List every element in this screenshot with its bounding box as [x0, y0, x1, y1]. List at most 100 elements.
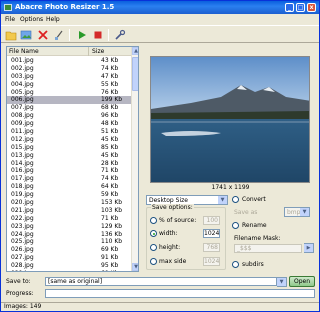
stop-icon[interactable] [92, 29, 104, 41]
table-row[interactable]: 004.jpg 55 Kb [7, 81, 131, 89]
scroll-up-icon[interactable]: ▲ [132, 47, 138, 55]
play-icon[interactable] [76, 29, 88, 41]
file-size-cell: 95 Kb [101, 262, 119, 270]
preview-image [150, 56, 310, 183]
file-name-cell: 017.jpg [11, 175, 34, 183]
table-row[interactable]: 027.jpg 91 Kb [7, 254, 131, 262]
menu-bar: File Options Help [1, 14, 319, 24]
file-size-cell: 76 Kb [101, 88, 119, 96]
table-row[interactable]: 011.jpg 51 Kb [7, 128, 131, 136]
column-header-name[interactable]: File Name [7, 47, 89, 56]
table-row[interactable]: 016.jpg 71 Kb [7, 167, 131, 175]
table-row[interactable]: 008.jpg 96 Kb [7, 112, 131, 120]
chevron-down-icon[interactable]: ▼ [218, 196, 227, 204]
table-row[interactable]: 002.jpg 74 Kb [7, 65, 131, 73]
file-name-cell: 015.jpg [11, 143, 34, 151]
file-name-cell: 001.jpg [11, 57, 34, 64]
scroll-thumb[interactable] [132, 57, 138, 91]
open-button[interactable]: Open [289, 276, 315, 287]
file-name-cell: 016.jpg [11, 167, 34, 175]
table-row[interactable]: 025.jpg 110 Kb [7, 238, 131, 246]
table-row[interactable]: 012.jpg 45 Kb [7, 136, 131, 144]
maximize-button[interactable]: □ [296, 3, 305, 12]
save-to-input[interactable]: [same as original] [45, 277, 277, 286]
menu-options[interactable]: Options [20, 16, 43, 23]
rename-radio[interactable] [232, 222, 239, 229]
minimize-button[interactable]: _ [285, 3, 294, 12]
table-row[interactable]: 021.jpg 103 Kb [7, 207, 131, 215]
rename-icon[interactable] [53, 29, 65, 41]
table-row[interactable]: 022.jpg 71 Kb [7, 215, 131, 223]
tools-icon[interactable] [114, 29, 126, 41]
file-name-cell: 028.jpg [11, 262, 34, 270]
file-name-cell: 003.jpg [11, 72, 34, 80]
menu-help[interactable]: Help [46, 16, 60, 23]
percent-radio[interactable] [150, 217, 157, 224]
height-input[interactable]: 768 [203, 243, 220, 252]
table-row[interactable]: 019.jpg 59 Kb [7, 191, 131, 199]
menu-file[interactable]: File [5, 16, 15, 23]
file-list-scrollbar[interactable]: ▲ ▼ [131, 47, 138, 271]
format-select[interactable]: bmp ▼ [284, 207, 310, 217]
subdirs-checkbox[interactable] [232, 261, 239, 268]
file-size-cell: 47 Kb [101, 72, 119, 80]
column-header-size[interactable]: Size [90, 47, 131, 56]
bottom-panel: Save to: [same as original] ▼ Open Progr… [1, 274, 319, 302]
filename-mask-input[interactable]: _$$$ [234, 244, 302, 253]
table-row[interactable]: 006.jpg 199 Kb [7, 96, 131, 105]
table-row[interactable]: 028.jpg 95 Kb [7, 262, 131, 270]
chevron-down-icon[interactable]: ▼ [300, 208, 309, 216]
table-row[interactable]: 005.jpg 76 Kb [7, 89, 131, 97]
file-name-cell: 008.jpg [11, 112, 34, 120]
file-name-cell: 011.jpg [11, 128, 34, 136]
image-count: Images: 149 [4, 303, 42, 310]
file-size-cell: 103 Kb [101, 206, 123, 214]
table-row[interactable]: 013.jpg 45 Kb [7, 152, 131, 160]
toolbar-separator [108, 29, 109, 41]
folder-open-icon[interactable] [5, 29, 17, 41]
file-name-cell: 022.jpg [11, 214, 34, 222]
preview-panel: 1741 x 1199 [144, 46, 317, 194]
file-size-cell: 74 Kb [101, 175, 119, 183]
file-size-cell: 45 Kb [101, 135, 119, 143]
table-row[interactable]: 003.jpg 47 Kb [7, 73, 131, 81]
scroll-down-icon[interactable]: ▼ [132, 263, 138, 271]
mask-helper-button[interactable]: ▶ [304, 243, 314, 253]
title-bar[interactable]: Abacre Photo Resizer 1.5 _ □ x [1, 1, 319, 14]
table-row[interactable]: 009.jpg 48 Kb [7, 120, 131, 128]
table-row[interactable]: 023.jpg 129 Kb [7, 223, 131, 231]
image-icon[interactable] [20, 29, 32, 41]
percent-input[interactable]: 100 [203, 216, 220, 225]
save-to-dropdown[interactable]: ▼ [277, 277, 287, 287]
table-row[interactable]: 007.jpg 68 Kb [7, 104, 131, 112]
delete-icon[interactable] [37, 29, 49, 41]
table-row[interactable]: 020.jpg 153 Kb [7, 199, 131, 207]
chevron-down-icon[interactable]: ▼ [277, 278, 286, 286]
file-name-cell: 018.jpg [11, 183, 34, 191]
file-list[interactable]: File Name Size 001.jpg 43 Kb 002.jpg 74 Kb 0… [6, 46, 139, 272]
table-row[interactable]: 029.jpg 69 Kb [7, 270, 131, 271]
table-row[interactable]: 026.jpg 69 Kb [7, 246, 131, 254]
table-row[interactable]: 014.jpg 28 Kb [7, 160, 131, 168]
chevron-down-icon[interactable]: ▶ [304, 244, 313, 252]
progress-bar [45, 289, 315, 298]
table-row[interactable]: 001.jpg 43 Kb [7, 57, 131, 65]
convert-radio[interactable] [232, 196, 239, 203]
table-row[interactable]: 015.jpg 85 Kb [7, 144, 131, 152]
table-row[interactable]: 017.jpg 74 Kb [7, 175, 131, 183]
height-radio[interactable] [150, 244, 157, 251]
close-button[interactable]: x [307, 3, 316, 12]
table-row[interactable]: 024.jpg 136 Kb [7, 231, 131, 239]
width-input[interactable]: 1024 [203, 229, 220, 238]
max-side-radio[interactable] [150, 258, 157, 265]
file-name-cell: 012.jpg [11, 135, 34, 143]
file-size-cell: 136 Kb [101, 230, 123, 238]
width-radio[interactable] [150, 230, 157, 237]
file-name-cell: 006.jpg [11, 96, 34, 104]
file-name-cell: 024.jpg [11, 230, 34, 238]
preset-select-value: Desktop Size [149, 197, 188, 204]
format-select-value: bmp [287, 209, 301, 216]
max-side-input[interactable]: 1024 [203, 257, 220, 266]
file-size-cell: 51 Kb [101, 128, 119, 136]
table-row[interactable]: 018.jpg 64 Kb [7, 183, 131, 191]
